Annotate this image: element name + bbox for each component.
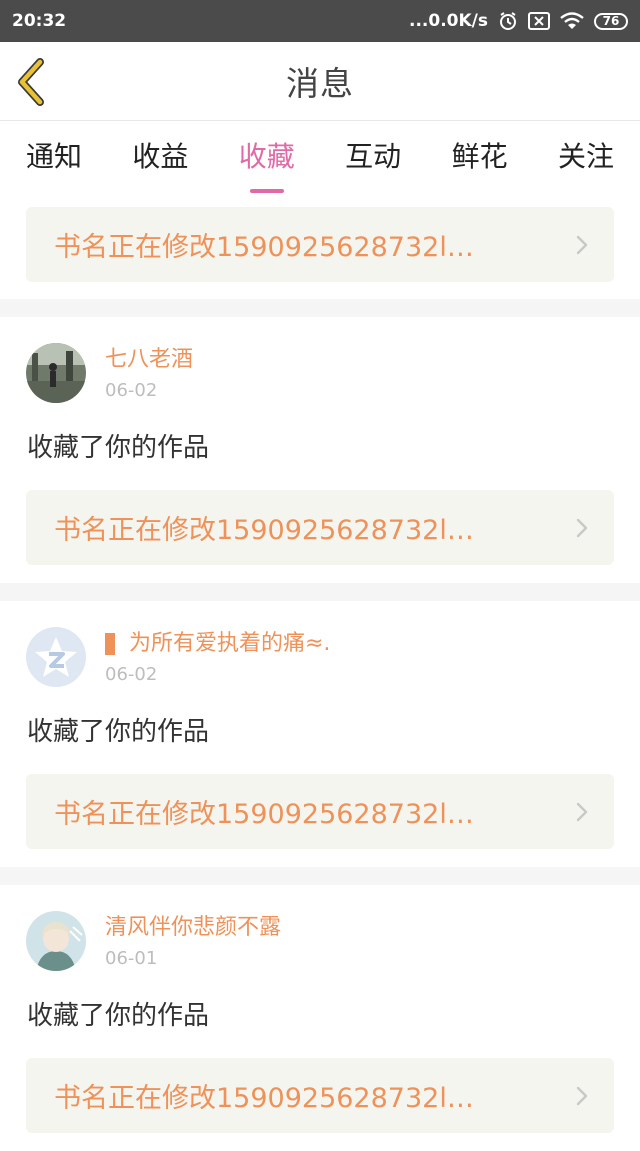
message-text: 收藏了你的作品 xyxy=(27,1001,210,1031)
message-item: 书名正在修改1590925628732l… xyxy=(0,193,640,299)
book-link-card[interactable]: 书名正在修改1590925628732l… xyxy=(26,774,614,849)
divider xyxy=(0,583,640,601)
avatar[interactable] xyxy=(26,343,86,403)
message-item: 七八老酒 06-02 收藏了你的作品 书名正在修改1590925628732l… xyxy=(0,317,640,583)
chevron-right-icon xyxy=(576,235,588,255)
message-date: 06-02 xyxy=(105,379,158,401)
username[interactable]: 为所有爱执着的痛≈. xyxy=(105,630,330,658)
message-date: 06-01 xyxy=(105,947,158,969)
book-link-card[interactable]: 书名正在修改1590925628732l… xyxy=(26,1058,614,1133)
tab-favorites[interactable]: 收藏 xyxy=(239,135,295,179)
message-date: 06-02 xyxy=(105,663,158,685)
wifi-icon xyxy=(560,12,584,30)
username[interactable]: 清风伴你悲颜不露 xyxy=(105,914,281,942)
tab-follow[interactable]: 关注 xyxy=(558,135,614,179)
book-title: 书名正在修改1590925628732l… xyxy=(54,1083,474,1114)
page-title: 消息 xyxy=(286,64,354,103)
username-text: 为所有爱执着的痛≈. xyxy=(129,630,331,656)
chevron-right-icon xyxy=(576,518,588,538)
status-bar: 20:32 ...0.0K/s 76 xyxy=(0,0,640,42)
book-link-card[interactable]: 书名正在修改1590925628732l… xyxy=(26,207,614,282)
status-icons: ...0.0K/s 76 xyxy=(409,11,628,31)
app-header: 消息 xyxy=(0,42,640,121)
chevron-right-icon xyxy=(576,1086,588,1106)
network-speed: ...0.0K/s xyxy=(409,11,488,31)
message-text: 收藏了你的作品 xyxy=(27,433,210,463)
avatar[interactable] xyxy=(26,627,86,687)
battery-icon: 76 xyxy=(594,12,628,30)
name-prefix-bar xyxy=(105,632,115,655)
no-sim-icon xyxy=(528,12,550,30)
alarm-icon xyxy=(498,11,518,31)
tab-interactions[interactable]: 互动 xyxy=(345,135,401,179)
tab-notifications[interactable]: 通知 xyxy=(26,135,82,179)
tab-flowers[interactable]: 鲜花 xyxy=(452,135,508,179)
message-text: 收藏了你的作品 xyxy=(27,717,210,747)
tab-bar: 通知 收益 收藏 互动 鲜花 关注 xyxy=(0,121,640,193)
book-link-card[interactable]: 书名正在修改1590925628732l… xyxy=(26,490,614,565)
back-arrow-icon xyxy=(18,58,44,106)
avatar[interactable] xyxy=(26,911,86,971)
back-button[interactable] xyxy=(16,58,56,106)
status-time: 20:32 xyxy=(12,11,67,31)
book-title: 书名正在修改1590925628732l… xyxy=(54,799,474,830)
book-title: 书名正在修改1590925628732l… xyxy=(54,515,474,546)
divider xyxy=(0,867,640,885)
message-item: 清风伴你悲颜不露 06-01 收藏了你的作品 书名正在修改15909256287… xyxy=(0,885,640,1151)
divider xyxy=(0,299,640,317)
book-title: 书名正在修改1590925628732l… xyxy=(54,232,474,263)
username[interactable]: 七八老酒 xyxy=(105,346,193,374)
message-item: 为所有爱执着的痛≈. 06-02 收藏了你的作品 书名正在修改159092562… xyxy=(0,601,640,867)
tab-earnings[interactable]: 收益 xyxy=(132,135,188,179)
chevron-right-icon xyxy=(576,802,588,822)
